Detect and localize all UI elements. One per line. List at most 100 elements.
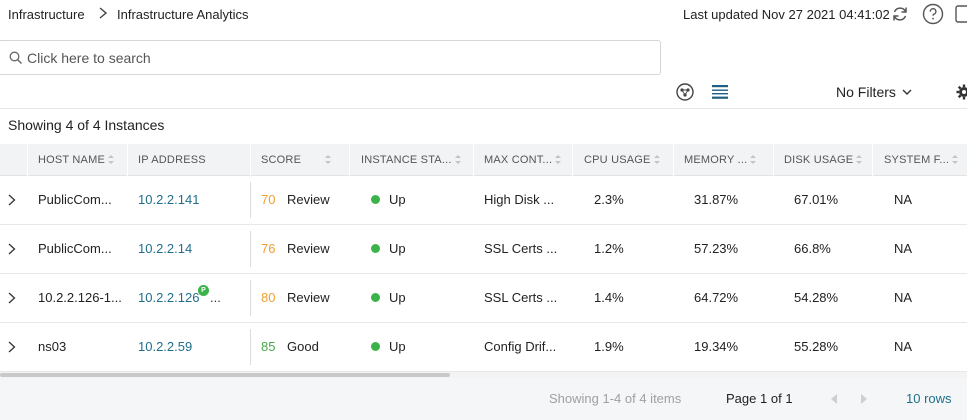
status-text: Up — [389, 339, 406, 354]
filters-dropdown[interactable]: No Filters — [836, 84, 912, 100]
search-icon — [9, 51, 22, 64]
column-separator — [27, 144, 28, 176]
max-contributor-cell: High Disk ... — [484, 192, 555, 207]
column-label: INSTANCE STA... — [361, 154, 452, 166]
top-bar: Infrastructure Infrastructure Analytics … — [0, 0, 967, 30]
toolbar-divider — [0, 108, 967, 109]
column-header-ip-address[interactable]: IP ADDRESS — [138, 144, 206, 176]
column-label: DISK USAGE — [784, 154, 854, 166]
column-separator[interactable] — [127, 144, 128, 176]
host-name-cell: PublicCom... — [38, 241, 112, 256]
next-page-icon[interactable] — [858, 392, 870, 406]
disk-usage-cell: 55.28% — [794, 339, 839, 354]
refresh-icon[interactable] — [889, 3, 911, 25]
sort-icon — [653, 155, 661, 165]
memory-usage-cell: 64.72% — [694, 290, 739, 305]
ip-address-link[interactable]: 10.2.2.126 — [138, 274, 199, 322]
column-header-cpu-usage[interactable]: CPU USAGE — [584, 144, 661, 176]
system-cell: NA — [894, 241, 913, 256]
table-row[interactable]: PublicCom... 10.2.2.14 76 Review Up SSL … — [0, 225, 967, 274]
column-header-memory[interactable]: MEMORY ... — [684, 144, 757, 176]
score-label: Good — [287, 339, 319, 354]
help-icon[interactable] — [922, 3, 944, 25]
disk-usage-cell: 66.8% — [794, 241, 831, 256]
status-up-indicator — [371, 342, 380, 352]
expand-row-icon[interactable] — [6, 242, 18, 256]
status-up-indicator — [371, 244, 380, 254]
column-label: SYSTEM F... — [884, 154, 950, 166]
cpu-usage-cell: 1.2% — [594, 241, 624, 256]
chevron-down-icon — [902, 89, 912, 95]
instance-state-cell: Up — [371, 176, 406, 224]
total-pages: 1 — [785, 391, 793, 406]
system-cell: NA — [894, 290, 913, 305]
score-separator — [250, 329, 251, 365]
sort-icon — [750, 155, 757, 165]
breadcrumb-current: Infrastructure Analytics — [117, 7, 249, 22]
status-up-indicator — [371, 195, 380, 205]
column-separator[interactable] — [349, 144, 350, 176]
column-separator[interactable] — [572, 144, 573, 176]
expand-row-icon[interactable] — [6, 340, 18, 354]
memory-usage-cell: 57.23% — [694, 241, 739, 256]
ip-address-link[interactable]: 10.2.2.141 — [138, 176, 199, 224]
ip-address-link[interactable]: 10.2.2.59 — [138, 323, 192, 371]
cpu-usage-cell: 1.4% — [594, 290, 624, 305]
search-input[interactable] — [27, 41, 647, 74]
column-separator[interactable] — [473, 144, 474, 176]
gear-icon[interactable] — [956, 84, 967, 100]
ip-address-link[interactable]: 10.2.2.14 — [138, 225, 192, 273]
score-value: 85 — [261, 339, 276, 354]
host-name-cell: 10.2.2.126-1... — [38, 290, 122, 305]
topology-view-icon[interactable] — [675, 82, 695, 102]
sort-icon — [856, 155, 863, 165]
table-row[interactable]: 10.2.2.126-1... 10.2.2.126 P ... 80 Revi… — [0, 274, 967, 323]
column-separator[interactable] — [773, 144, 774, 176]
host-name-cell: PublicCom... — [38, 192, 112, 207]
column-header-host-name[interactable]: HOST NAME — [38, 144, 115, 176]
column-separator[interactable] — [673, 144, 674, 176]
window-icon[interactable] — [955, 4, 967, 24]
pagination-bar: Showing 1-4 of 4 items Page 1 of 1 10 ro… — [0, 378, 967, 420]
previous-page-icon[interactable] — [828, 392, 840, 406]
column-label: SCORE — [261, 154, 302, 166]
list-view-icon[interactable] — [710, 82, 730, 102]
sort-icon — [325, 155, 332, 165]
search-box — [0, 40, 661, 75]
column-header-system[interactable]: SYSTEM F... — [884, 144, 959, 176]
cpu-usage-cell: 1.9% — [594, 339, 624, 354]
column-label: MEMORY ... — [684, 154, 748, 166]
column-header-disk-usage[interactable]: DISK USAGE — [784, 144, 863, 176]
column-separator[interactable] — [250, 144, 251, 176]
column-header-max-contributor[interactable]: MAX CONT... — [484, 144, 562, 176]
expand-row-icon[interactable] — [6, 193, 18, 207]
table-row[interactable]: ns03 10.2.2.59 85 Good Up Config Drif...… — [0, 323, 967, 372]
column-label: MAX CONT... — [484, 154, 553, 166]
column-label: CPU USAGE — [584, 154, 651, 166]
breadcrumb-root[interactable]: Infrastructure — [8, 7, 85, 22]
column-separator[interactable] — [872, 144, 873, 176]
instances-count: Showing 4 of 4 Instances — [8, 117, 165, 133]
column-header-instance-state[interactable]: INSTANCE STA... — [361, 144, 462, 176]
of-word: of — [770, 391, 782, 406]
page-word: Page — [726, 391, 757, 406]
current-page[interactable]: 1 — [760, 391, 767, 406]
sort-icon — [555, 155, 562, 165]
instance-state-cell: Up — [371, 225, 406, 273]
column-header-score[interactable]: SCORE — [261, 144, 337, 176]
expand-row-icon[interactable] — [6, 291, 18, 305]
max-contributor-cell: Config Drif... — [484, 339, 557, 354]
instance-state-cell: Up — [371, 323, 406, 371]
view-toolbar: No Filters — [0, 76, 967, 108]
disk-usage-cell: 67.01% — [794, 192, 839, 207]
sort-icon — [454, 155, 462, 165]
horizontal-scrollbar-thumb[interactable] — [0, 373, 450, 377]
score-label: Review — [287, 290, 330, 305]
score-label: Review — [287, 241, 330, 256]
score-value: 76 — [261, 241, 276, 256]
table-row[interactable]: PublicCom... 10.2.2.141 70 Review Up Hig… — [0, 176, 967, 225]
rows-per-page-select[interactable]: 10 rows — [906, 391, 952, 406]
instance-state-cell: Up — [371, 274, 406, 322]
memory-usage-cell: 19.34% — [694, 339, 739, 354]
score-value: 80 — [261, 290, 276, 305]
